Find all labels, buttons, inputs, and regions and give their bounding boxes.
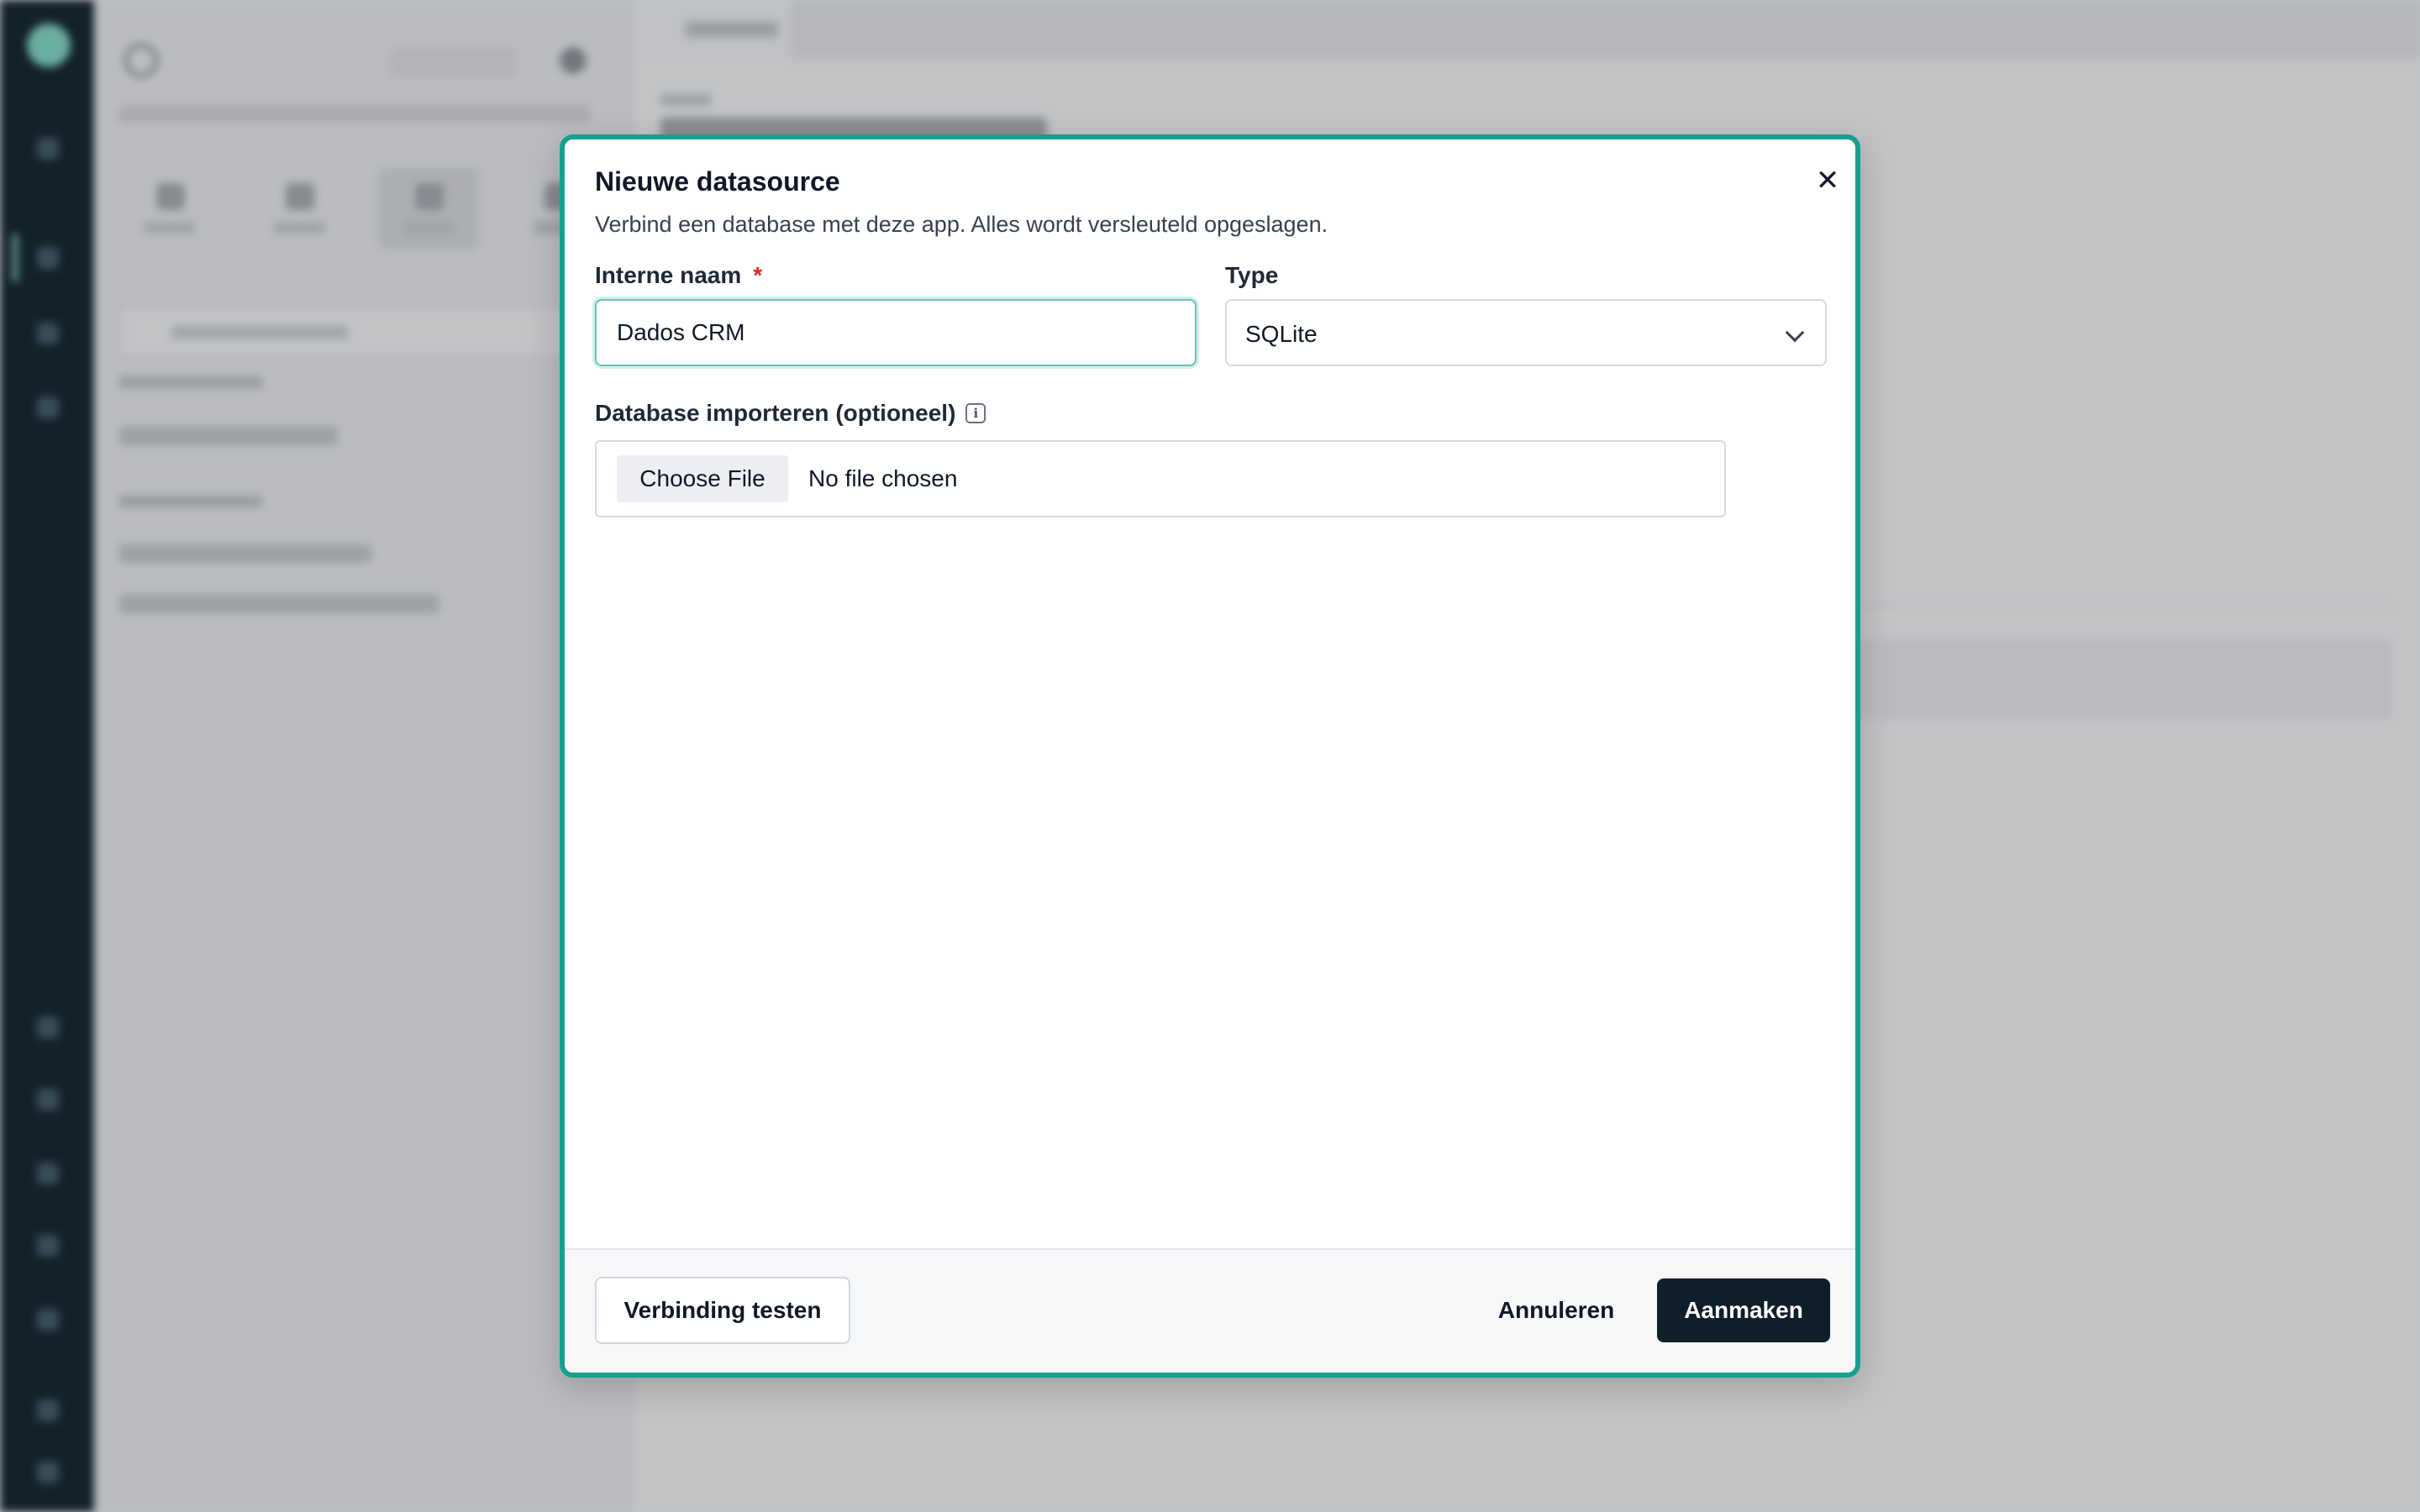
chevron-down-icon — [1785, 323, 1805, 343]
dialog-subtitle: Verbind een database met deze app. Alles… — [595, 212, 1328, 237]
dialog-footer: Verbinding testen Annuleren Aanmaken — [565, 1248, 1855, 1373]
new-datasource-dialog: Nieuwe datasource Verbind een database m… — [560, 134, 1860, 1378]
dialog-title: Nieuwe datasource — [595, 166, 840, 197]
cancel-button[interactable]: Annuleren — [1472, 1278, 1640, 1342]
type-select[interactable]: SQLite — [1225, 299, 1827, 366]
choose-file-button[interactable]: Choose File — [617, 455, 788, 502]
close-button[interactable]: ✕ — [1810, 163, 1845, 198]
close-icon: ✕ — [1815, 165, 1840, 197]
create-button[interactable]: Aanmaken — [1657, 1278, 1830, 1342]
import-field-label: Database importeren (optioneel) — [595, 400, 986, 427]
type-select-value: SQLite — [1245, 321, 1318, 347]
internal-name-input[interactable] — [595, 299, 1197, 366]
type-field-label: Type — [1225, 262, 1279, 288]
required-marker: * — [753, 262, 763, 288]
test-connection-button[interactable]: Verbinding testen — [595, 1277, 850, 1344]
file-input[interactable]: Choose File No file chosen — [595, 440, 1726, 517]
name-label-text: Interne naam — [595, 262, 742, 288]
name-field-label: Interne naam * — [595, 262, 762, 289]
info-icon[interactable] — [965, 403, 986, 423]
file-status-text: No file chosen — [808, 465, 958, 491]
import-label-text: Database importeren (optioneel) — [595, 400, 956, 426]
